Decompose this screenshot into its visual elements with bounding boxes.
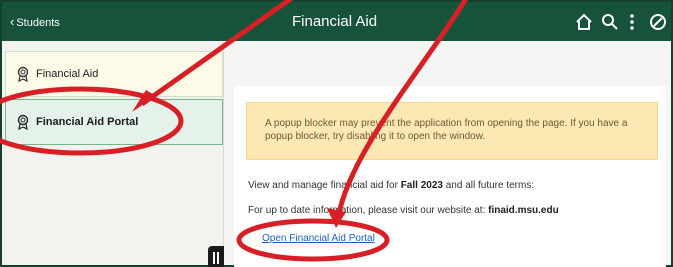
sidebar-item-label: Financial Aid Portal xyxy=(36,116,139,128)
more-vertical-icon[interactable] xyxy=(622,12,642,32)
main-panel: A popup blocker may prevent the applicat… xyxy=(230,41,671,267)
home-icon[interactable] xyxy=(574,12,594,32)
popup-warning: A popup blocker may prevent the applicat… xyxy=(246,102,658,160)
sidebar-item-financial-aid[interactable]: Financial Aid xyxy=(5,51,223,97)
terms-text: View and manage financial aid for Fall 2… xyxy=(248,180,535,191)
page-title: Financial Aid xyxy=(292,13,378,30)
app-frame: ‹ Students Financial Aid Financial Aid F… xyxy=(0,0,673,267)
award-icon xyxy=(17,66,29,82)
back-label: Students xyxy=(16,17,60,29)
open-portal-link[interactable]: Open Financial Aid Portal xyxy=(262,233,375,244)
term-name: Fall 2023 xyxy=(400,180,443,191)
header-bar: ‹ Students Financial Aid xyxy=(2,2,671,41)
award-icon xyxy=(17,114,29,130)
portal-card: A popup blocker may prevent the applicat… xyxy=(234,86,666,267)
website-text: For up to date information, please visit… xyxy=(248,205,559,216)
sidebar: Financial Aid Financial Aid Portal xyxy=(2,41,224,265)
website-name: finaid.msu.edu xyxy=(488,205,559,216)
chevron-left-icon: ‹ xyxy=(10,14,15,29)
sidebar-item-label: Financial Aid xyxy=(36,68,99,80)
back-button[interactable]: ‹ Students xyxy=(10,14,60,29)
sidebar-item-financial-aid-portal[interactable]: Financial Aid Portal xyxy=(5,99,223,145)
collapse-handle-icon[interactable] xyxy=(208,246,224,267)
navigation-icon[interactable] xyxy=(648,12,668,32)
content-area: Financial Aid Financial Aid Portal A pop… xyxy=(2,41,671,267)
search-icon[interactable] xyxy=(600,12,620,32)
